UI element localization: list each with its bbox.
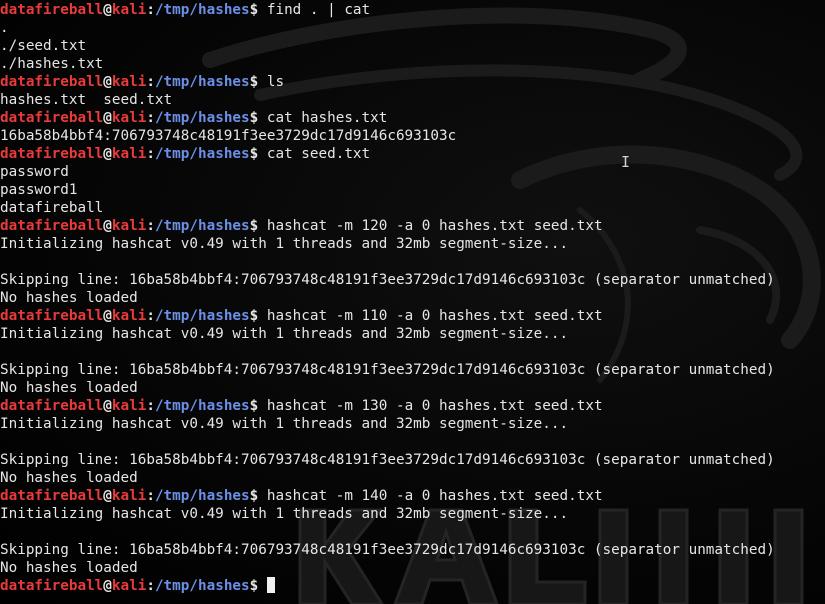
output-line: Initializing hashcat v0.49 with 1 thread… bbox=[0, 236, 569, 252]
prompt-user: datafireball bbox=[0, 578, 104, 594]
command-text: hashcat -m 140 -a 0 hashes.txt seed.txt bbox=[266, 488, 603, 504]
command-text: hashcat -m 130 -a 0 hashes.txt seed.txt bbox=[266, 398, 603, 414]
prompt-host: kali bbox=[111, 488, 147, 504]
prompt-dollar: $ bbox=[249, 110, 267, 126]
output-line: password bbox=[0, 164, 69, 180]
prompt-line: datafireball@kali:/tmp/hashes$ bbox=[0, 577, 825, 595]
output-line: No hashes loaded bbox=[0, 560, 138, 576]
text-cursor[interactable] bbox=[266, 577, 275, 593]
prompt-dollar: $ bbox=[249, 74, 267, 90]
command-text: cat seed.txt bbox=[266, 146, 371, 162]
prompt-line: datafireball@kali:/tmp/hashes$ cat seed.… bbox=[0, 145, 825, 163]
prompt-colon: : bbox=[146, 74, 155, 90]
text-ibeam-cursor-icon: I bbox=[621, 153, 631, 171]
prompt-host: kali bbox=[111, 2, 147, 18]
terminal-output: datafireball@kali:/tmp/hashes$ find . | … bbox=[0, 0, 825, 595]
output-line: datafireball bbox=[0, 200, 104, 216]
command-text: ls bbox=[266, 74, 285, 90]
command-text: hashcat -m 120 -a 0 hashes.txt seed.txt bbox=[266, 218, 603, 234]
output-line: Skipping line: 16ba58b4bbf4:706793748c48… bbox=[0, 452, 775, 468]
prompt-dollar: $ bbox=[249, 146, 267, 162]
prompt-path: /tmp/hashes bbox=[154, 110, 250, 126]
prompt-user: datafireball bbox=[0, 2, 104, 18]
prompt-colon: : bbox=[146, 578, 155, 594]
prompt-at: @ bbox=[103, 2, 112, 18]
command-text: find . | cat bbox=[266, 2, 371, 18]
prompt-at: @ bbox=[103, 146, 112, 162]
prompt-at: @ bbox=[103, 578, 112, 594]
command-text: hashcat -m 110 -a 0 hashes.txt seed.txt bbox=[266, 308, 603, 324]
output-line: Skipping line: 16ba58b4bbf4:706793748c48… bbox=[0, 272, 775, 288]
output-line: No hashes loaded bbox=[0, 470, 138, 486]
prompt-host: kali bbox=[111, 218, 147, 234]
prompt-line: datafireball@kali:/tmp/hashes$ hashcat -… bbox=[0, 487, 825, 505]
prompt-path: /tmp/hashes bbox=[154, 74, 250, 90]
prompt-host: kali bbox=[111, 110, 147, 126]
prompt-path: /tmp/hashes bbox=[154, 398, 250, 414]
prompt-colon: : bbox=[146, 218, 155, 234]
prompt-user: datafireball bbox=[0, 146, 104, 162]
prompt-host: kali bbox=[111, 74, 147, 90]
prompt-line: datafireball@kali:/tmp/hashes$ find . | … bbox=[0, 1, 825, 19]
prompt-dollar: $ bbox=[249, 488, 267, 504]
command-text: cat hashes.txt bbox=[266, 110, 388, 126]
prompt-host: kali bbox=[111, 146, 147, 162]
output-line: ./hashes.txt bbox=[0, 56, 104, 72]
prompt-user: datafireball bbox=[0, 488, 104, 504]
prompt-at: @ bbox=[103, 308, 112, 324]
output-line: No hashes loaded bbox=[0, 290, 138, 306]
prompt-user: datafireball bbox=[0, 218, 104, 234]
output-line: Skipping line: 16ba58b4bbf4:706793748c48… bbox=[0, 542, 775, 558]
output-line: Initializing hashcat v0.49 with 1 thread… bbox=[0, 326, 569, 342]
prompt-path: /tmp/hashes bbox=[154, 218, 250, 234]
prompt-host: kali bbox=[111, 308, 147, 324]
prompt-at: @ bbox=[103, 398, 112, 414]
prompt-dollar: $ bbox=[249, 218, 267, 234]
prompt-path: /tmp/hashes bbox=[154, 488, 250, 504]
prompt-colon: : bbox=[146, 488, 155, 504]
prompt-path: /tmp/hashes bbox=[154, 308, 250, 324]
prompt-path: /tmp/hashes bbox=[154, 578, 250, 594]
prompt-at: @ bbox=[103, 218, 112, 234]
prompt-path: /tmp/hashes bbox=[154, 2, 250, 18]
prompt-line: datafireball@kali:/tmp/hashes$ cat hashe… bbox=[0, 109, 825, 127]
prompt-line: datafireball@kali:/tmp/hashes$ hashcat -… bbox=[0, 397, 825, 415]
prompt-user: datafireball bbox=[0, 308, 104, 324]
output-line: password1 bbox=[0, 182, 78, 198]
prompt-user: datafireball bbox=[0, 110, 104, 126]
prompt-host: kali bbox=[111, 578, 147, 594]
prompt-dollar: $ bbox=[249, 398, 267, 414]
output-line: Skipping line: 16ba58b4bbf4:706793748c48… bbox=[0, 362, 775, 378]
prompt-colon: : bbox=[146, 2, 155, 18]
prompt-colon: : bbox=[146, 308, 155, 324]
prompt-dollar: $ bbox=[249, 308, 267, 324]
output-line: hashes.txt seed.txt bbox=[0, 92, 173, 108]
output-line: No hashes loaded bbox=[0, 380, 138, 396]
prompt-user: datafireball bbox=[0, 74, 104, 90]
prompt-line: datafireball@kali:/tmp/hashes$ ls bbox=[0, 73, 825, 91]
prompt-path: /tmp/hashes bbox=[154, 146, 250, 162]
prompt-host: kali bbox=[111, 398, 147, 414]
output-line: . bbox=[0, 20, 9, 36]
output-line: ./seed.txt bbox=[0, 38, 87, 54]
output-line: 16ba58b4bbf4:706793748c48191f3ee3729dc17… bbox=[0, 128, 457, 144]
prompt-dollar: $ bbox=[249, 578, 267, 594]
output-line: Initializing hashcat v0.49 with 1 thread… bbox=[0, 506, 569, 522]
prompt-line: datafireball@kali:/tmp/hashes$ hashcat -… bbox=[0, 217, 825, 235]
prompt-at: @ bbox=[103, 488, 112, 504]
prompt-line: datafireball@kali:/tmp/hashes$ hashcat -… bbox=[0, 307, 825, 325]
prompt-colon: : bbox=[146, 110, 155, 126]
terminal-window[interactable]: datafireball@kali:/tmp/hashes$ find . | … bbox=[0, 0, 825, 604]
prompt-dollar: $ bbox=[249, 2, 267, 18]
output-line: Initializing hashcat v0.49 with 1 thread… bbox=[0, 416, 569, 432]
prompt-at: @ bbox=[103, 110, 112, 126]
prompt-user: datafireball bbox=[0, 398, 104, 414]
prompt-at: @ bbox=[103, 74, 112, 90]
prompt-colon: : bbox=[146, 146, 155, 162]
prompt-colon: : bbox=[146, 398, 155, 414]
